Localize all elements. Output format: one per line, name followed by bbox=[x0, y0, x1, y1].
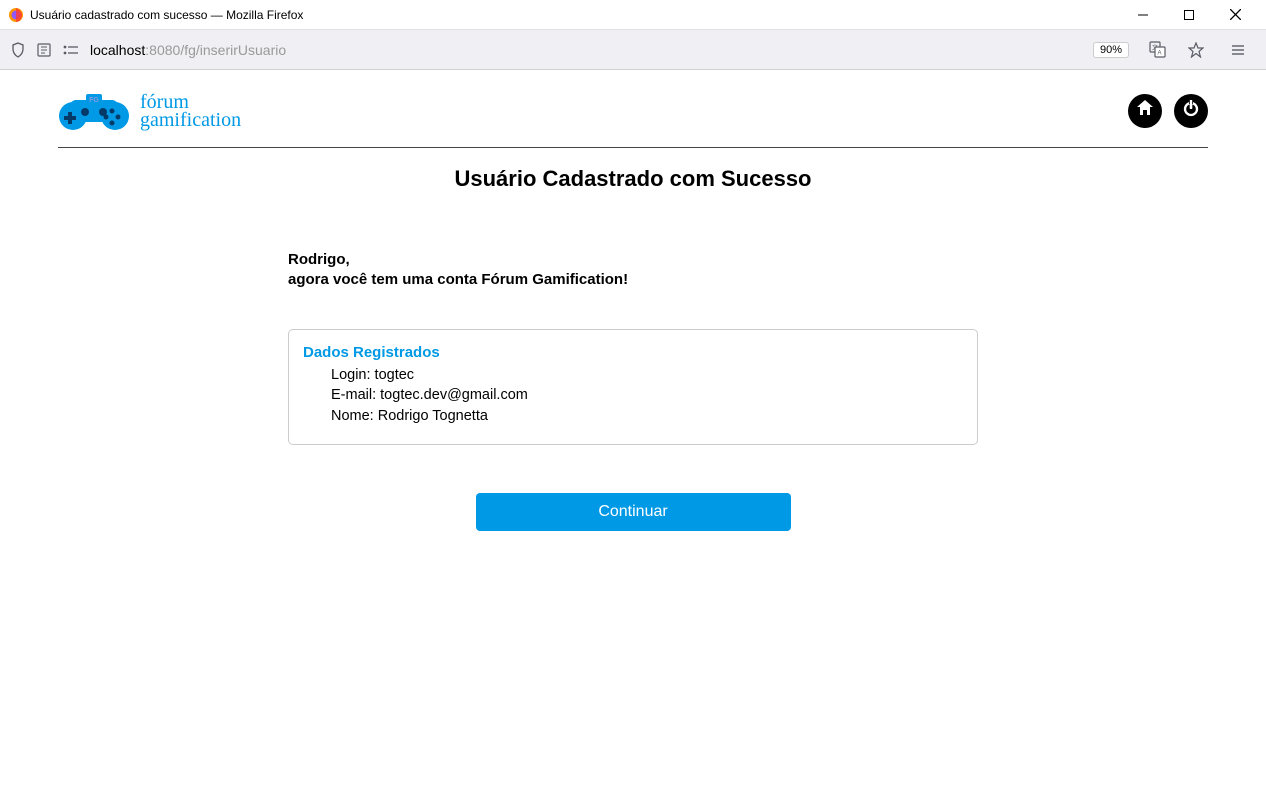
login-label: Login: bbox=[331, 367, 375, 383]
maximize-button[interactable] bbox=[1166, 0, 1212, 30]
window-title: Usuário cadastrado com sucesso — Mozilla… bbox=[30, 8, 1120, 22]
logo[interactable]: FG fórum gamification bbox=[58, 84, 241, 137]
greeting-name: Rodrigo, bbox=[288, 250, 978, 270]
content-area: Rodrigo, agora você tem uma conta Fórum … bbox=[288, 250, 978, 531]
nome-row: Nome: Rodrigo Tognetta bbox=[331, 406, 963, 426]
hamburger-menu-icon[interactable] bbox=[1230, 42, 1246, 58]
greeting-line2: agora você tem uma conta Fórum Gamificat… bbox=[288, 270, 978, 290]
data-box-title: Dados Registrados bbox=[303, 344, 963, 361]
url-path: /fg/inserirUsuario bbox=[180, 42, 286, 58]
page-header: FG fórum gamification bbox=[58, 84, 1208, 148]
page-title: Usuário Cadastrado com Sucesso bbox=[58, 166, 1208, 192]
shield-icon[interactable] bbox=[10, 42, 26, 58]
close-button[interactable] bbox=[1212, 0, 1258, 30]
page-content: FG fórum gamification bbox=[0, 70, 1266, 531]
svg-text:FG: FG bbox=[89, 97, 99, 104]
window-controls bbox=[1120, 0, 1258, 30]
nome-label: Nome: bbox=[331, 408, 378, 424]
email-label: E-mail: bbox=[331, 387, 380, 403]
nome-value: Rodrigo Tognetta bbox=[378, 408, 488, 424]
address-bar: localhost:8080/fg/inserirUsuario 90% 文A bbox=[0, 30, 1266, 70]
zoom-badge[interactable]: 90% bbox=[1093, 42, 1129, 58]
logo-line1: fórum bbox=[140, 93, 241, 111]
home-button[interactable] bbox=[1128, 94, 1162, 128]
page-info-icon[interactable] bbox=[36, 42, 52, 58]
permissions-icon[interactable] bbox=[62, 43, 80, 57]
login-row: Login: togtec bbox=[331, 365, 963, 385]
minimize-button[interactable] bbox=[1120, 0, 1166, 30]
power-icon bbox=[1181, 98, 1201, 123]
header-actions bbox=[1128, 94, 1208, 128]
url-input[interactable]: localhost:8080/fg/inserirUsuario bbox=[90, 42, 1093, 58]
bookmark-icon[interactable] bbox=[1188, 42, 1204, 58]
continue-button[interactable]: Continuar bbox=[476, 493, 791, 531]
svg-text:A: A bbox=[1158, 51, 1162, 57]
logo-text: fórum gamification bbox=[140, 93, 241, 129]
continue-row: Continuar bbox=[288, 493, 978, 531]
url-port: :8080 bbox=[145, 42, 180, 58]
email-row: E-mail: togtec.dev@gmail.com bbox=[331, 385, 963, 405]
window-titlebar: Usuário cadastrado com sucesso — Mozilla… bbox=[0, 0, 1266, 30]
power-button[interactable] bbox=[1174, 94, 1208, 128]
firefox-icon bbox=[8, 7, 24, 23]
home-icon bbox=[1135, 98, 1155, 123]
login-value: togtec bbox=[375, 367, 415, 383]
email-value: togtec.dev@gmail.com bbox=[380, 387, 528, 403]
url-host: localhost bbox=[90, 42, 145, 58]
logo-line2: gamification bbox=[140, 111, 241, 129]
greeting: Rodrigo, agora você tem uma conta Fórum … bbox=[288, 250, 978, 289]
address-bar-right: 90% 文A bbox=[1093, 41, 1256, 58]
registered-data-box: Dados Registrados Login: togtec E-mail: … bbox=[288, 329, 978, 445]
translate-icon[interactable]: 文A bbox=[1149, 41, 1166, 58]
controller-icon: FG bbox=[58, 84, 130, 137]
